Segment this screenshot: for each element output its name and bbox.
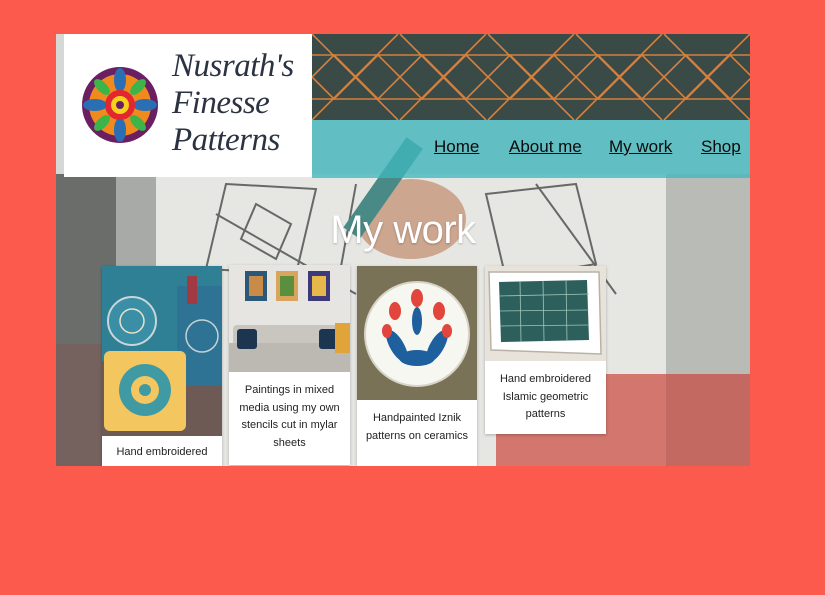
site-viewport: Nusrath's Finesse Patterns Home About me… (56, 34, 750, 466)
work-card-caption: Hand embroidered Islamic geometric patte… (499, 373, 592, 420)
brand-name-line-1: Nusrath's (172, 48, 294, 84)
nav-my-work-link[interactable]: My work (609, 137, 672, 159)
brand-name-line-2: Finesse (172, 85, 270, 121)
geometric-pattern-banner (312, 34, 750, 120)
framed-geometric-embroidery-image (485, 266, 606, 361)
mandala-logo-icon (82, 67, 158, 143)
work-card-caption: Paintings in mixed media using my own st… (239, 384, 340, 449)
nav-home-link[interactable]: Home (434, 137, 479, 159)
site-logo[interactable]: Nusrath's Finesse Patterns (64, 34, 312, 177)
work-card-paintings[interactable]: Paintings in mixed media using my own st… (229, 265, 350, 465)
page-title: My work (330, 208, 476, 252)
embroidered-cushions-image (102, 266, 222, 436)
work-card-islamic-geometric[interactable]: Hand embroidered Islamic geometric patte… (485, 266, 606, 434)
work-card-caption: Handpainted Iznik patterns on ceramics (365, 412, 469, 442)
work-card-ceramics[interactable]: Handpainted Iznik patterns on ceramics (357, 266, 477, 466)
brand-name-line-3: Patterns (172, 122, 280, 158)
iznik-plate-image (357, 266, 477, 400)
work-card-caption: Hand embroidered (116, 446, 208, 458)
brand-name: Nusrath's Finesse Patterns (172, 48, 307, 159)
work-card-embroidery[interactable]: Hand embroidered (102, 266, 222, 466)
nav-shop-link[interactable]: Shop (701, 137, 741, 159)
nav-about-link[interactable]: About me (509, 137, 582, 159)
paintings-room-image (229, 265, 350, 372)
